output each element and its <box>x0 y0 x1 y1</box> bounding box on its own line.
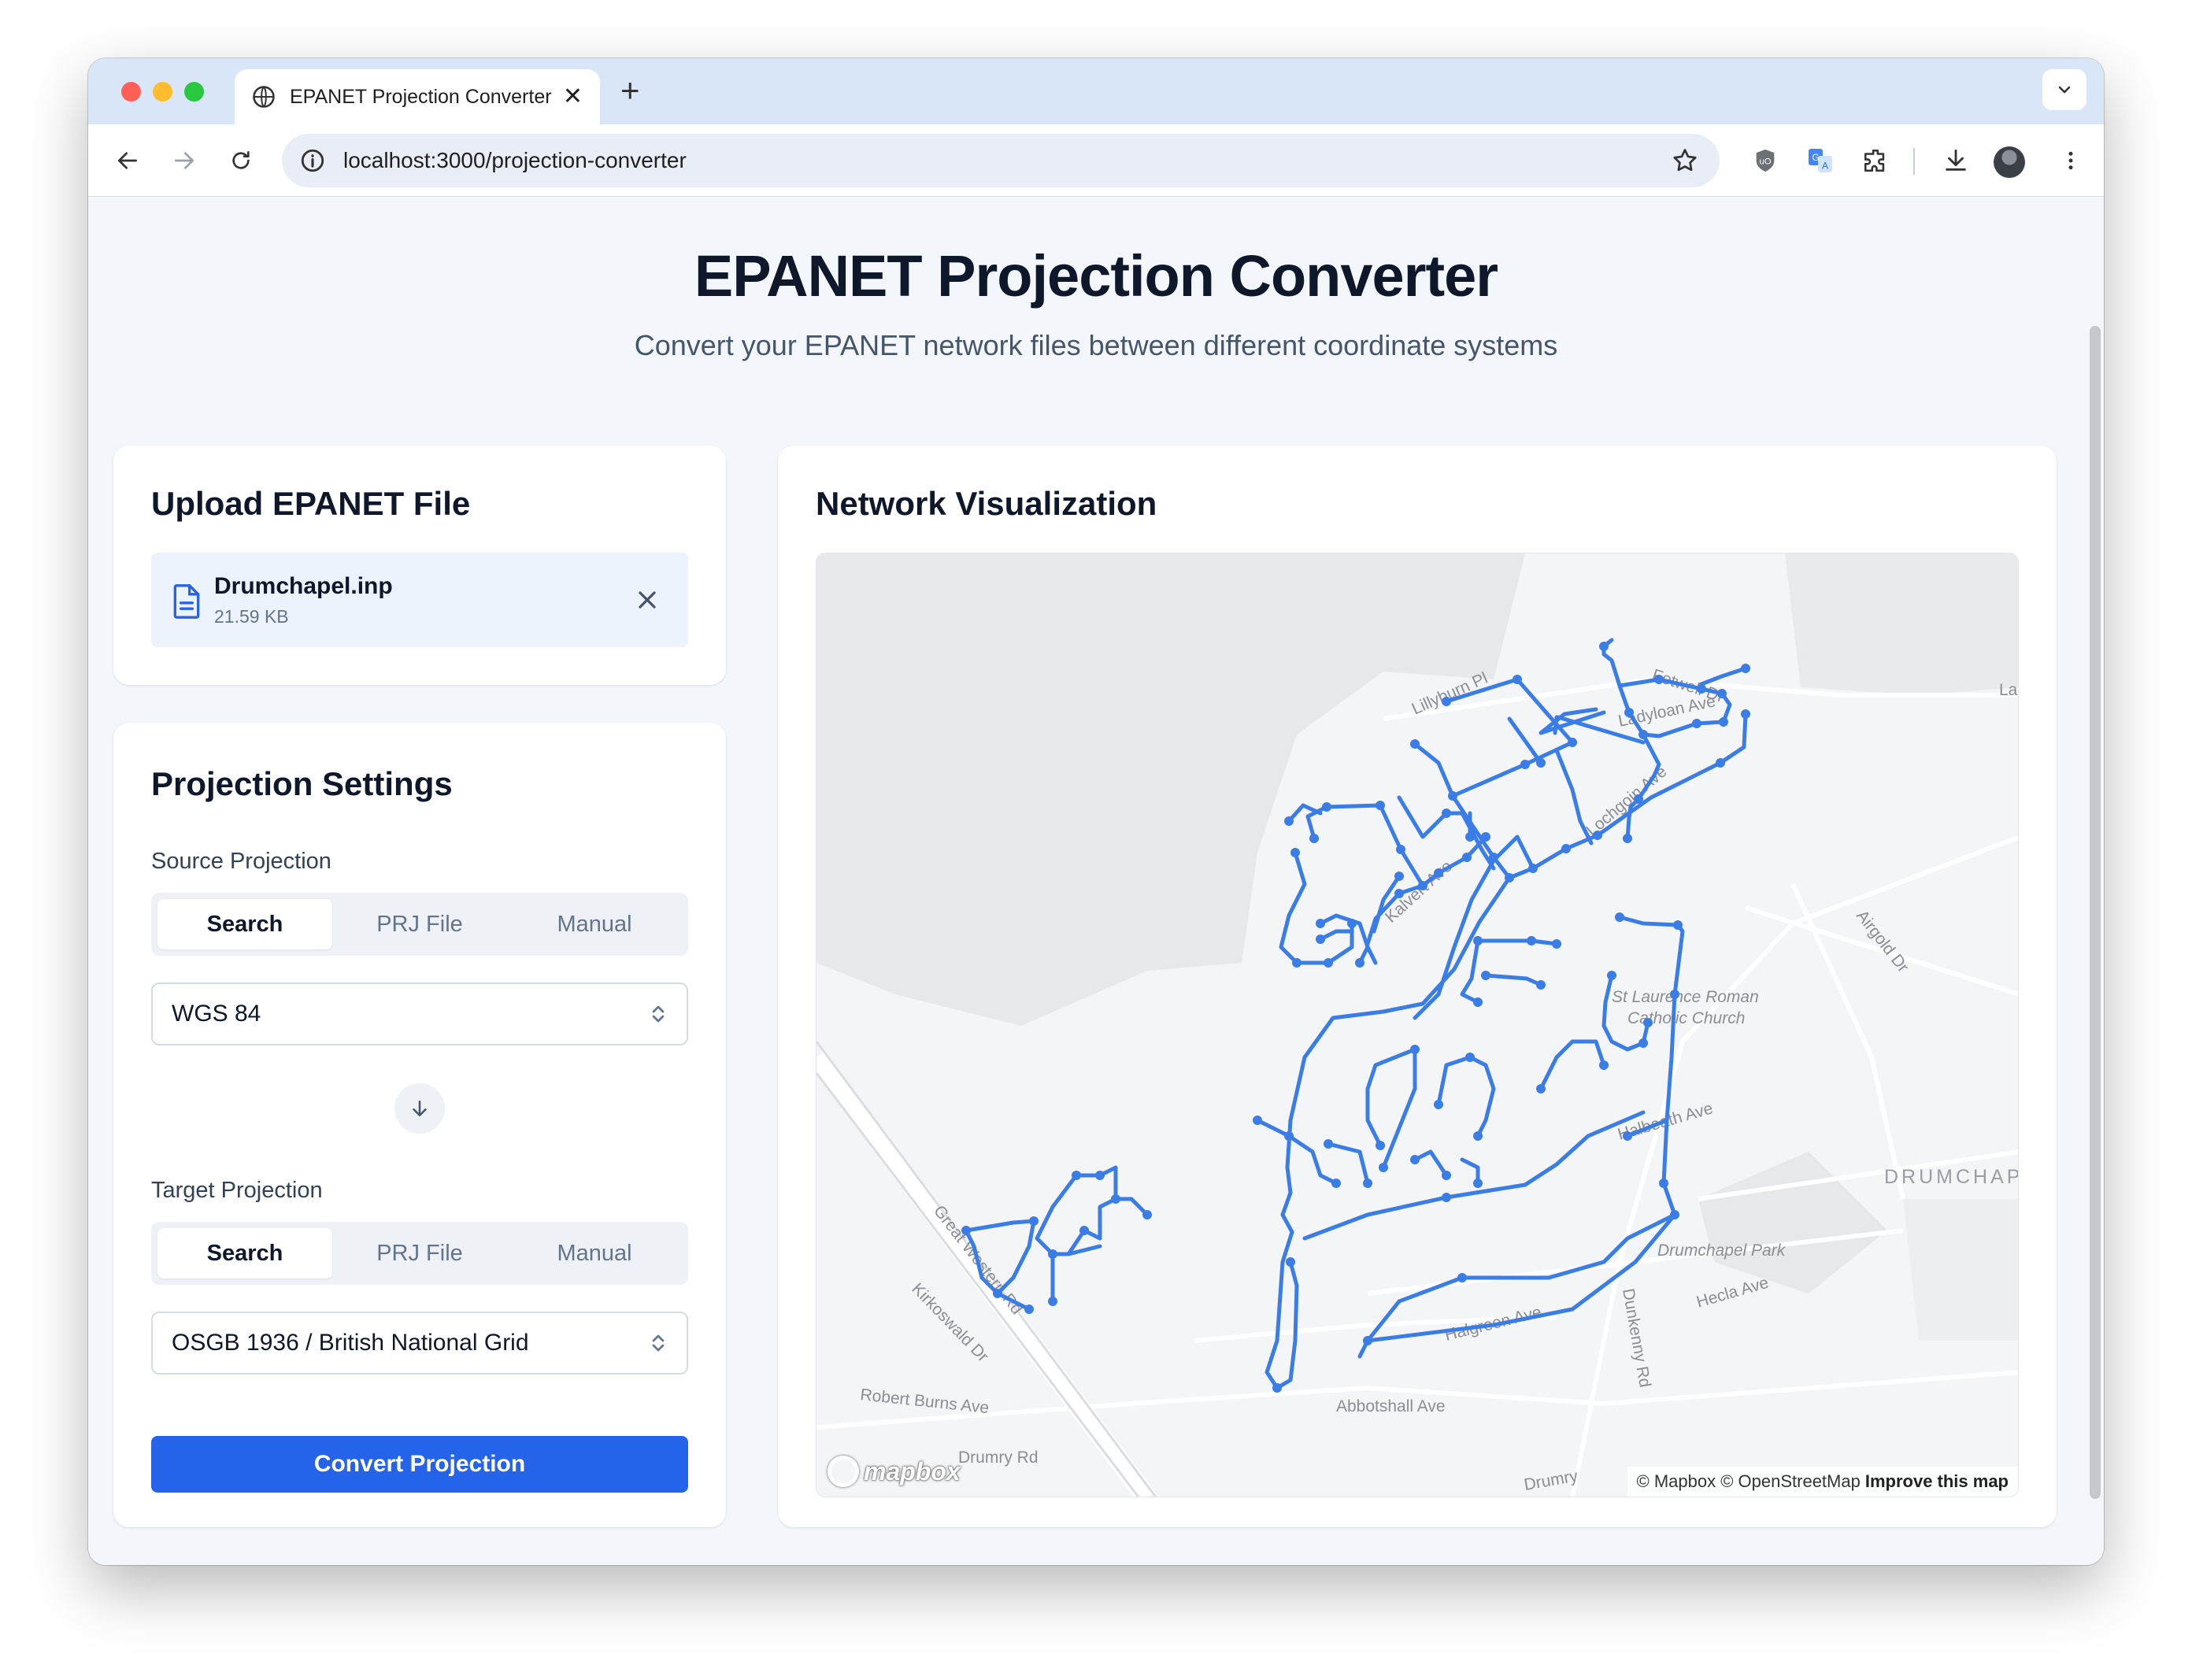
svg-text:uO: uO <box>1759 157 1771 166</box>
source-projection-value: WGS 84 <box>172 1001 261 1027</box>
label-church-1: St Laurence Roman <box>1612 988 1759 1006</box>
url-text[interactable]: localhost:3000/projection-converter <box>343 148 1671 173</box>
land-area-east <box>1903 1199 2018 1341</box>
chevron-up-down-icon <box>652 1005 665 1023</box>
chevron-down-icon <box>2058 86 2071 94</box>
close-window-button[interactable] <box>121 82 141 102</box>
avatar[interactable] <box>1994 146 2025 178</box>
svg-text:G: G <box>1812 152 1819 163</box>
map-attribution: © Mapbox © OpenStreetMap Improve this ma… <box>1627 1467 2018 1497</box>
translate-extension[interactable]: GA <box>1803 143 1838 178</box>
source-tab-manual[interactable]: Manual <box>507 899 682 949</box>
page-title: EPANET Projection Converter <box>694 243 1498 309</box>
download-button[interactable] <box>1938 143 1973 178</box>
translate-icon: GA <box>1809 149 1832 172</box>
forward-button[interactable] <box>165 142 203 179</box>
source-tab-prj-file[interactable]: PRJ File <box>332 899 507 949</box>
target-tab-manual[interactable]: Manual <box>507 1228 682 1279</box>
label-la: La <box>1999 681 2018 699</box>
label-abbotshall: Abbotshall Ave <box>1336 1397 1446 1415</box>
ublock-icon: uO <box>1756 149 1775 172</box>
svg-text:A: A <box>1822 161 1828 172</box>
target-projection-select[interactable]: OSGB 1936 / British National Grid <box>151 1312 688 1375</box>
browser-window: EPANET Projection Converter ✕ + localhos… <box>88 58 2104 1565</box>
swap-projections-button[interactable] <box>394 1083 445 1134</box>
ublock-extension[interactable]: uO <box>1748 143 1783 178</box>
mapbox-logo[interactable]: mapbox <box>828 1456 961 1487</box>
page: EPANET Projection Converter Convert your… <box>88 197 2104 1565</box>
target-projection-label: Target Projection <box>151 1178 323 1203</box>
back-button[interactable] <box>109 142 146 179</box>
new-tab-button[interactable]: + <box>620 74 640 107</box>
source-tab-search[interactable]: Search <box>157 899 332 949</box>
reload-icon <box>232 151 250 169</box>
mapbox-ring-icon <box>828 1456 859 1487</box>
arrow-down-icon <box>413 1101 427 1116</box>
minimize-window-button[interactable] <box>153 82 172 102</box>
file-name: Drumchapel.inp <box>214 573 393 599</box>
extensions-button[interactable] <box>1858 143 1893 178</box>
land-area-northeast <box>1785 553 2018 695</box>
address-bar[interactable]: localhost:3000/projection-converter <box>282 134 1720 187</box>
map-svg: Lillyburn Pl Fotwell Dr Ladyloan Ave Loc… <box>816 553 2019 1497</box>
chevron-up-down-icon <box>652 1334 665 1352</box>
globe-icon <box>253 86 275 108</box>
document-icon <box>173 584 200 619</box>
tab-title: EPANET Projection Converter <box>290 85 552 108</box>
network-visualization-title: Network Visualization <box>816 485 1157 522</box>
tab-bar: EPANET Projection Converter ✕ + <box>88 58 2104 124</box>
reload-button[interactable] <box>222 142 260 179</box>
info-icon[interactable] <box>299 147 326 174</box>
more-button[interactable] <box>2053 143 2088 178</box>
label-drumchap: DRUMCHAP <box>1884 1166 2019 1188</box>
target-mode-tabs: Search PRJ File Manual <box>151 1222 688 1285</box>
page-scrollbar[interactable] <box>2090 326 2101 1499</box>
target-tab-prj-file[interactable]: PRJ File <box>332 1228 507 1279</box>
star-icon[interactable] <box>1671 146 1699 175</box>
upload-title: Upload EPANET File <box>151 485 471 522</box>
source-projection-select[interactable]: WGS 84 <box>151 982 688 1045</box>
map-canvas[interactable]: Lillyburn Pl Fotwell Dr Ladyloan Ave Loc… <box>816 553 2019 1497</box>
convert-projection-button[interactable]: Convert Projection <box>151 1436 688 1493</box>
projection-settings-title: Projection Settings <box>151 765 453 802</box>
target-tab-search[interactable]: Search <box>157 1228 332 1279</box>
upload-card: Upload EPANET File Drumchapel.inp 21.59 … <box>113 446 726 685</box>
tab-search-button[interactable] <box>2042 69 2086 110</box>
maximize-window-button[interactable] <box>184 82 204 102</box>
page-subtitle: Convert your EPANET network files betwee… <box>634 329 1558 361</box>
uploaded-file: Drumchapel.inp 21.59 KB <box>151 553 688 647</box>
extensions-icon <box>1864 149 1885 172</box>
source-mode-tabs: Search PRJ File Manual <box>151 893 688 956</box>
source-projection-label: Source Projection <box>151 849 331 874</box>
browser-toolbar: localhost:3000/projection-converter uO G… <box>88 124 2104 197</box>
more-icon <box>2068 151 2073 170</box>
tab-close-icon[interactable]: ✕ <box>563 85 583 109</box>
remove-file-icon[interactable] <box>633 586 661 614</box>
projection-settings-card: Projection Settings Source Projection Se… <box>113 723 726 1527</box>
download-icon <box>1946 149 1966 171</box>
mapbox-logo-text: mapbox <box>864 1456 961 1486</box>
file-size: 21.59 KB <box>214 606 289 627</box>
forward-icon <box>175 152 194 169</box>
attribution-text[interactable]: © Mapbox © OpenStreetMap <box>1637 1471 1861 1492</box>
label-park: Drumchapel Park <box>1657 1241 1787 1260</box>
tab-projection-converter[interactable]: EPANET Projection Converter ✕ <box>235 69 600 124</box>
label-drumry-1: Drumry Rd <box>958 1449 1039 1467</box>
improve-map-link[interactable]: Improve this map <box>1865 1471 2009 1492</box>
network-visualization-card: Network Visualization Lillyburn Pl Fotwe… <box>778 446 2057 1527</box>
toolbar-separator <box>1913 148 1915 175</box>
target-projection-value: OSGB 1936 / British National Grid <box>172 1330 529 1356</box>
back-icon <box>118 152 137 169</box>
